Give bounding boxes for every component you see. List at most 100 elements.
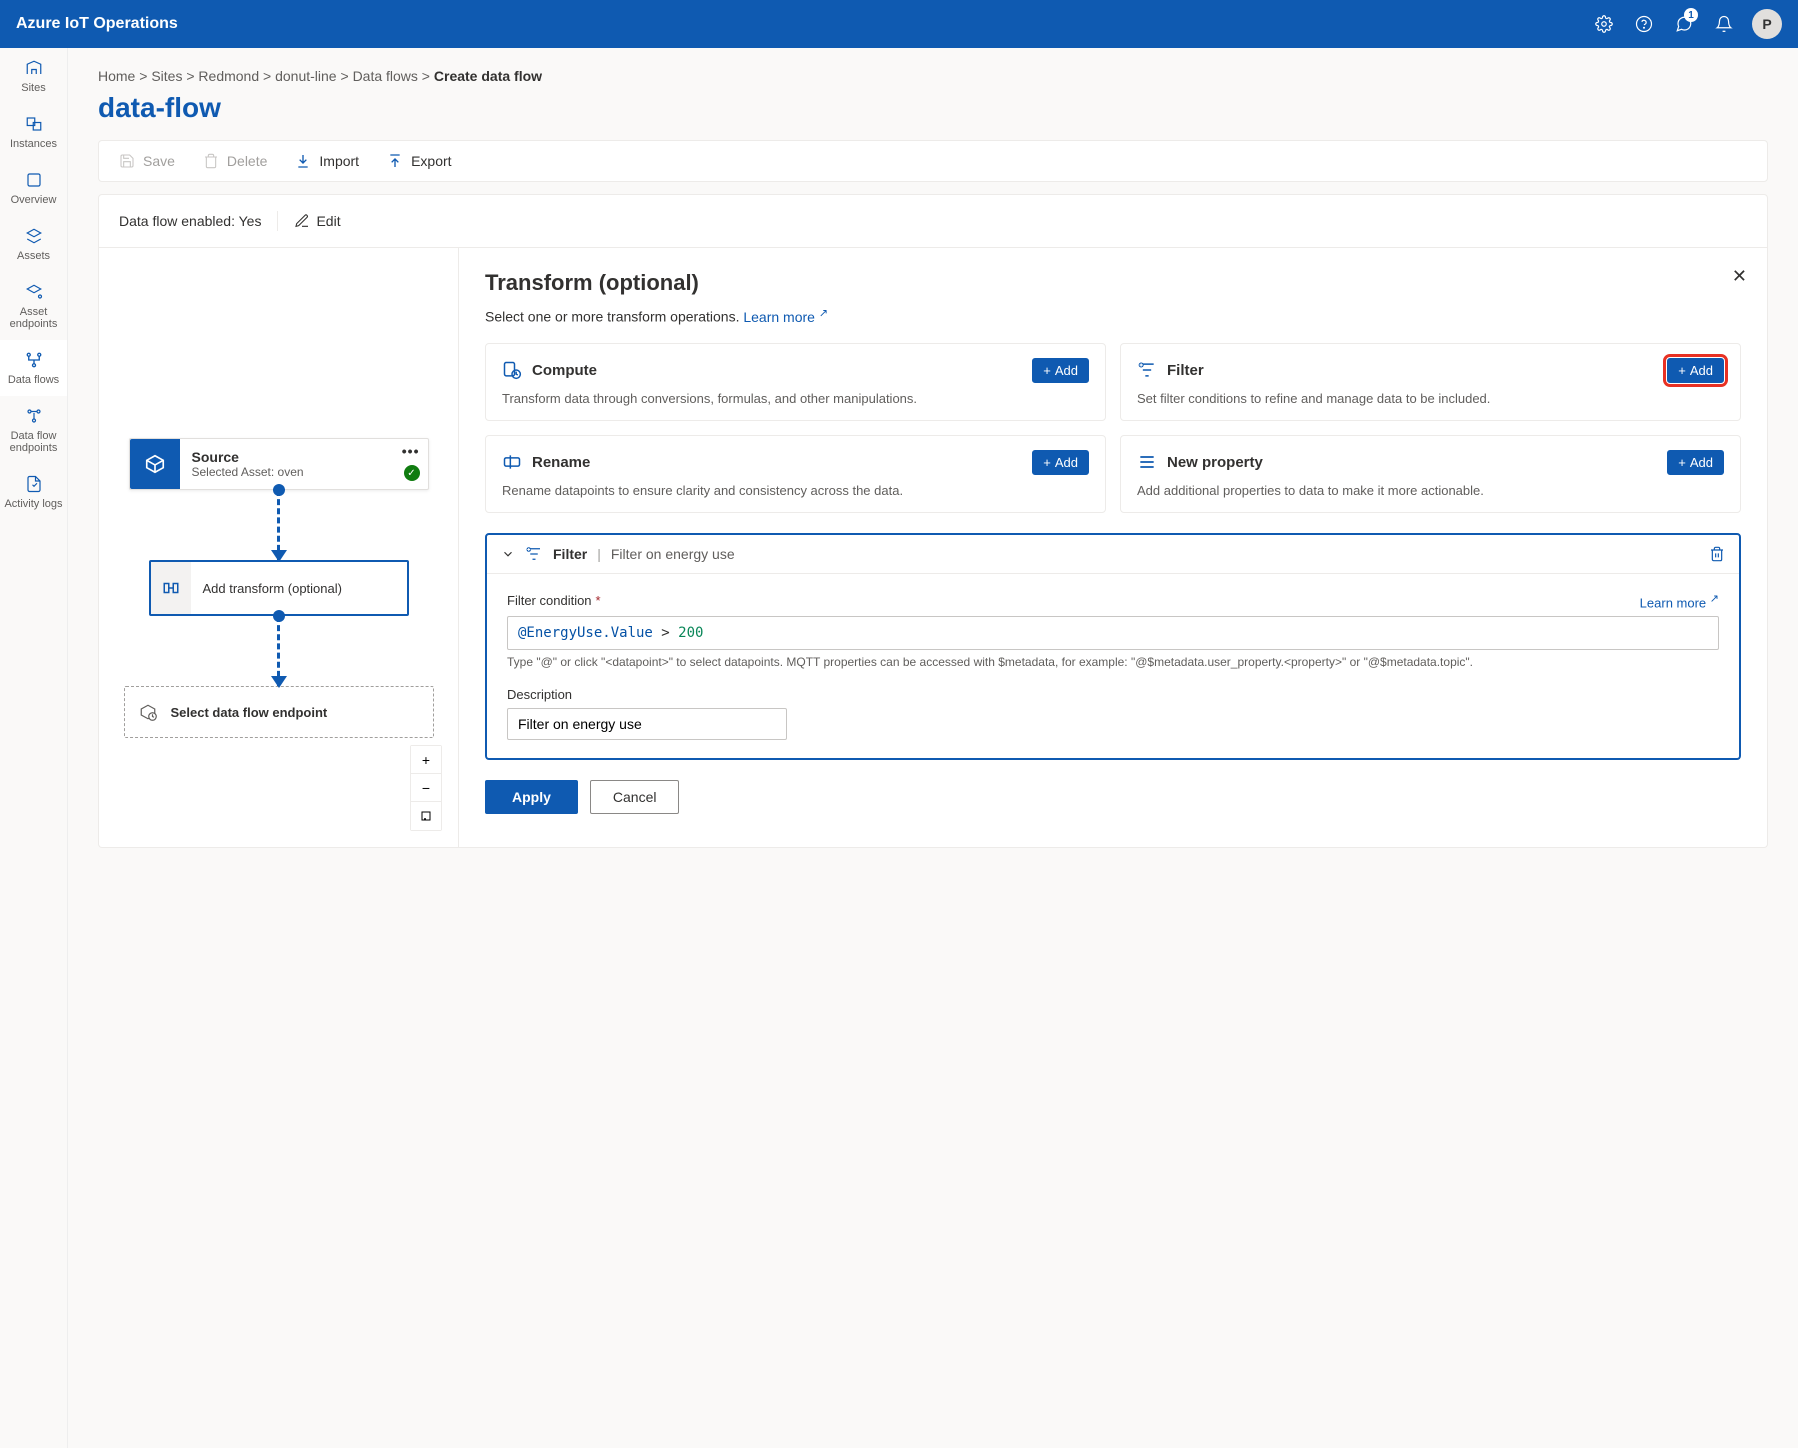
zoom-out-button[interactable]: −	[411, 774, 441, 802]
breadcrumb: Home > Sites > Redmond > donut-line > Da…	[98, 68, 1768, 84]
learn-more-link[interactable]: Learn more ↗	[743, 309, 828, 325]
nav-label: Data flow endpoints	[4, 430, 63, 454]
status-bar: Data flow enabled: Yes Edit	[98, 194, 1768, 248]
brand-title: Azure IoT Operations	[16, 15, 178, 33]
crumb-current: Create data flow	[434, 68, 542, 84]
nav-activity-logs[interactable]: Activity logs	[0, 464, 67, 520]
rename-icon	[502, 452, 522, 472]
toolbar: Save Delete Import Export	[98, 140, 1768, 182]
plus-icon: +	[1678, 455, 1686, 470]
nav-instances[interactable]: Instances	[0, 104, 67, 160]
edit-icon	[294, 213, 310, 229]
data-flow-endpoints-icon	[24, 406, 44, 426]
nav-data-flows[interactable]: Data flows	[0, 340, 67, 396]
nav-overview[interactable]: Overview	[0, 160, 67, 216]
chevron-down-icon[interactable]	[501, 547, 515, 561]
add-new-property-button[interactable]: +Add	[1667, 450, 1724, 475]
plus-icon: +	[1043, 455, 1051, 470]
check-icon: ✓	[404, 465, 420, 481]
new-property-icon	[1137, 452, 1157, 472]
left-nav: Sites Instances Overview Assets Asset en…	[0, 48, 68, 1448]
crumb-home[interactable]: Home	[98, 68, 135, 84]
external-icon: ↗	[819, 307, 828, 319]
compute-card: Compute +Add Transform data through conv…	[485, 343, 1106, 421]
nav-label: Assets	[17, 250, 50, 262]
nav-sites[interactable]: Sites	[0, 48, 67, 104]
compute-icon	[502, 360, 522, 380]
filter-editor: Filter | Filter on energy use Filter con…	[485, 533, 1741, 760]
description-input[interactable]	[507, 708, 787, 740]
asset-endpoints-icon	[24, 282, 44, 302]
nav-data-flow-endpoints[interactable]: Data flow endpoints	[0, 396, 67, 464]
close-icon[interactable]: ✕	[1732, 266, 1747, 287]
plus-icon: +	[1043, 363, 1051, 378]
instances-icon	[24, 114, 44, 134]
apply-button[interactable]: Apply	[485, 780, 578, 814]
delete-filter-button[interactable]	[1709, 546, 1725, 562]
panel-title: Transform (optional)	[485, 270, 1741, 296]
notification-badge: 1	[1684, 8, 1698, 22]
activity-logs-icon	[24, 474, 44, 494]
cube-icon	[130, 439, 180, 489]
edit-button[interactable]: Edit	[294, 213, 340, 229]
import-button[interactable]: Import	[295, 153, 359, 169]
save-icon	[119, 153, 135, 169]
bell-icon[interactable]	[1704, 4, 1744, 44]
transform-icon	[151, 562, 191, 614]
filter-icon	[1137, 360, 1157, 380]
filter-condition-input[interactable]: @EnergyUse.Value > 200	[507, 616, 1719, 650]
avatar[interactable]: P	[1752, 9, 1782, 39]
overview-icon	[24, 170, 44, 190]
new-property-card: New property +Add Add additional propert…	[1120, 435, 1741, 513]
sites-icon	[24, 58, 44, 78]
plus-icon: +	[1678, 363, 1686, 378]
fit-button[interactable]	[411, 802, 441, 830]
nav-asset-endpoints[interactable]: Asset endpoints	[0, 272, 67, 340]
feedback-icon[interactable]: 1	[1664, 4, 1704, 44]
zoom-in-button[interactable]: +	[411, 746, 441, 774]
crumb-sites[interactable]: Sites	[151, 68, 182, 84]
graph-canvas: Source Selected Asset: oven ••• ✓ Add tr…	[99, 248, 459, 847]
zoom-controls: + −	[410, 745, 442, 831]
export-button[interactable]: Export	[387, 153, 451, 169]
top-bar: Azure IoT Operations 1 P	[0, 0, 1798, 48]
settings-icon[interactable]	[1584, 4, 1624, 44]
connector	[277, 616, 280, 686]
endpoint-node[interactable]: Select data flow endpoint	[124, 686, 434, 738]
add-rename-button[interactable]: +Add	[1032, 450, 1089, 475]
save-button: Save	[119, 153, 175, 169]
rename-card: Rename +Add Rename datapoints to ensure …	[485, 435, 1106, 513]
nav-label: Instances	[10, 138, 57, 150]
help-icon[interactable]	[1624, 4, 1664, 44]
nav-assets[interactable]: Assets	[0, 216, 67, 272]
more-icon[interactable]: •••	[402, 443, 420, 459]
crumb-donut-line[interactable]: donut-line	[275, 68, 337, 84]
transform-panel: ✕ Transform (optional) Select one or mor…	[459, 248, 1767, 847]
connector	[277, 490, 280, 560]
transform-node[interactable]: Add transform (optional)	[149, 560, 409, 616]
crumb-redmond[interactable]: Redmond	[198, 68, 259, 84]
page-title: data-flow	[98, 92, 1768, 124]
data-flows-icon	[24, 350, 44, 370]
external-icon: ↗	[1710, 593, 1719, 605]
nav-label: Activity logs	[4, 498, 62, 510]
source-node[interactable]: Source Selected Asset: oven ••• ✓	[129, 438, 429, 490]
filter-card: Filter +Add Set filter conditions to ref…	[1120, 343, 1741, 421]
add-compute-button[interactable]: +Add	[1032, 358, 1089, 383]
panel-subtitle: Select one or more transform operations.…	[485, 306, 1741, 325]
nav-label: Sites	[21, 82, 45, 94]
assets-icon	[24, 226, 44, 246]
endpoint-icon	[139, 703, 157, 721]
filter-icon	[525, 545, 543, 563]
crumb-data-flows[interactable]: Data flows	[353, 68, 418, 84]
add-filter-button[interactable]: +Add	[1667, 358, 1724, 383]
cancel-button[interactable]: Cancel	[590, 780, 680, 814]
nav-label: Overview	[11, 194, 57, 206]
delete-button: Delete	[203, 153, 267, 169]
nav-label: Data flows	[8, 374, 59, 386]
delete-icon	[203, 153, 219, 169]
status-label: Data flow enabled: Yes	[119, 213, 261, 229]
learn-more-link[interactable]: Learn more ↗	[1640, 592, 1719, 610]
import-icon	[295, 153, 311, 169]
nav-label: Asset endpoints	[4, 306, 63, 330]
